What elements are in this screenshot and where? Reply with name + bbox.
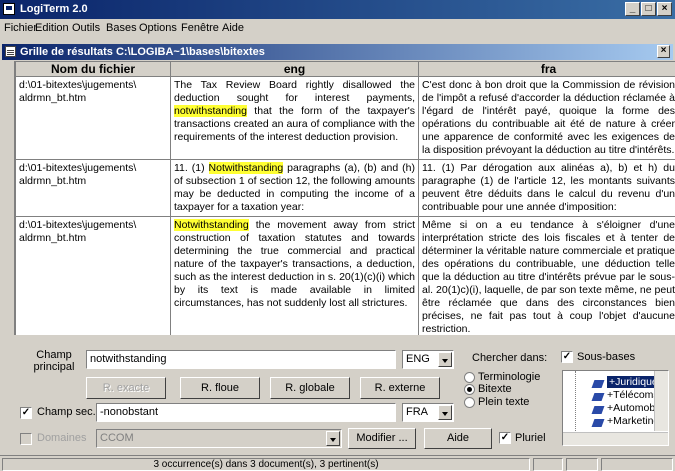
database-icon xyxy=(591,419,605,427)
radio-bitexte-label: Bitexte xyxy=(478,383,512,395)
status-text: 3 occurrence(s) dans 3 document(s), 3 pe… xyxy=(2,458,530,471)
subbase-juridique[interactable]: +Juridique xyxy=(607,376,660,388)
champ-principal-label: Champ principal xyxy=(33,349,75,373)
lang-sec-value: FRA xyxy=(406,406,428,418)
app-title: LogiTerm 2.0 xyxy=(20,3,88,15)
sous-bases-checkbox[interactable]: ✓ xyxy=(561,351,573,363)
menu-outils[interactable]: Outils xyxy=(72,22,100,34)
eng-cell: 11. (1) Notwithstanding paragraphs (a), … xyxy=(170,159,419,217)
menu-bar: Fichier Edition Outils Bases Options Fen… xyxy=(0,19,675,37)
subbase-label: Automobil xyxy=(613,402,660,414)
pluriel-checkbox[interactable]: ✓ xyxy=(499,432,511,444)
chevron-down-icon[interactable] xyxy=(438,352,452,367)
menu-fenetre[interactable]: Fenêtre xyxy=(181,22,219,34)
eng-text: 11. (1) xyxy=(174,162,209,174)
results-close-button[interactable]: × xyxy=(657,45,670,58)
eng-text: the movement away from strict constructi… xyxy=(174,219,415,309)
subbase-label: Juridique xyxy=(615,376,658,388)
status-segment xyxy=(566,458,598,471)
menu-options[interactable]: Options xyxy=(139,22,177,34)
column-header-file[interactable]: Nom du fichier xyxy=(15,61,171,77)
fra-cell: Même si on a eu tendance à s'éloigner d'… xyxy=(418,216,675,335)
status-bar: 3 occurrence(s) dans 3 document(s), 3 pe… xyxy=(0,455,675,471)
results-grid: Nom du fichier eng fra d:\01-bitextes\ju… xyxy=(14,61,675,335)
lang-sec-select[interactable]: FRA xyxy=(402,403,454,422)
tree-vertical-scrollbar[interactable] xyxy=(654,371,668,431)
search-hit: Notwithstanding xyxy=(208,162,284,174)
global-search-button[interactable]: R. globale xyxy=(270,377,350,399)
results-window-title: Grille de résultats C:\LOGIBA~1\bases\bi… xyxy=(20,46,265,58)
results-window-title-bar: Grille de résultats C:\LOGIBA~1\bases\bi… xyxy=(2,44,673,60)
fra-cell: C'est donc à bon droit que la Commission… xyxy=(418,76,675,160)
pluriel-label: Pluriel xyxy=(515,432,546,444)
champ-sec-input[interactable]: -nonobstant xyxy=(96,403,396,422)
menu-bases[interactable]: Bases xyxy=(106,22,137,34)
menu-edition[interactable]: Edition xyxy=(35,22,69,34)
status-segment xyxy=(601,458,673,471)
modify-button[interactable]: Modifier ... xyxy=(348,428,416,449)
eng-cell: Notwithstanding the movement away from s… xyxy=(170,216,419,335)
chevron-down-icon[interactable] xyxy=(438,405,452,420)
minimize-button[interactable]: _ xyxy=(625,2,640,16)
maximize-button[interactable]: □ xyxy=(641,2,656,16)
results-table: Nom du fichier eng fra d:\01-bitextes\ju… xyxy=(15,61,675,335)
database-icon xyxy=(591,380,605,388)
file-cell: d:\01-bitextes\jugements\ aldrmn_bt.htm xyxy=(15,216,171,335)
table-row[interactable]: d:\01-bitextes\jugements\ aldrmn_bt.htm … xyxy=(15,216,675,335)
table-row[interactable]: d:\01-bitextes\jugements\ aldrmn_bt.htm … xyxy=(15,76,675,160)
radio-plein-texte[interactable] xyxy=(464,397,475,408)
app-title-bar: LogiTerm 2.0 _ □ × xyxy=(0,0,675,19)
exact-search-button[interactable]: R. exacte xyxy=(86,377,166,399)
column-header-eng[interactable]: eng xyxy=(170,61,419,77)
champ-sec-label: Champ sec. xyxy=(37,406,96,418)
radio-bitexte[interactable] xyxy=(464,384,475,395)
menu-aide[interactable]: Aide xyxy=(222,22,244,34)
database-icon xyxy=(591,406,605,414)
file-cell: d:\01-bitextes\jugements\ aldrmn_bt.htm xyxy=(15,76,171,160)
lang-main-value: ENG xyxy=(406,353,430,365)
radio-terminologie[interactable] xyxy=(464,372,475,383)
subbase-automobile[interactable]: +Automobil xyxy=(607,402,660,414)
database-icon xyxy=(591,393,605,401)
radio-terminologie-label: Terminologie xyxy=(478,371,541,383)
fra-cell: 11. (1) Par dérogation aux alinéas a), b… xyxy=(418,159,675,217)
help-button[interactable]: Aide xyxy=(424,428,492,449)
menu-fichier[interactable]: Fichier xyxy=(4,22,37,34)
eng-text: The Tax Review Board rightly disallowed … xyxy=(174,79,415,104)
fuzzy-search-button[interactable]: R. floue xyxy=(180,377,260,399)
subbases-tree[interactable]: +Juridique +Télécoms +Automobil +Marketi… xyxy=(562,370,669,446)
search-hit: Notwithstanding xyxy=(174,219,249,231)
tree-horizontal-scrollbar[interactable] xyxy=(563,432,668,445)
chercher-dans-label: Chercher dans: xyxy=(472,352,548,364)
external-search-button[interactable]: R. externe xyxy=(360,377,440,399)
column-header-fra[interactable]: fra xyxy=(418,61,675,77)
eng-cell: The Tax Review Board rightly disallowed … xyxy=(170,76,419,160)
domaines-label: Domaines xyxy=(37,432,87,444)
sous-bases-label: Sous-bases xyxy=(577,351,636,363)
subbase-label: Marketing xyxy=(613,415,660,427)
chevron-down-icon[interactable] xyxy=(326,431,340,446)
domaines-checkbox[interactable] xyxy=(20,433,32,445)
close-button[interactable]: × xyxy=(657,2,672,16)
subbase-label: Télécoms xyxy=(613,389,659,401)
status-segment xyxy=(533,458,563,471)
champ-principal-input[interactable]: notwithstanding xyxy=(86,350,396,369)
app-icon xyxy=(3,3,15,15)
subbase-telecoms[interactable]: +Télécoms xyxy=(607,389,659,401)
radio-plein-texte-label: Plein texte xyxy=(478,396,530,408)
grid-icon xyxy=(5,46,16,57)
domaines-select[interactable]: CCOM xyxy=(96,429,342,448)
subbase-marketing[interactable]: +Marketing xyxy=(607,415,659,427)
search-hit: notwithstanding xyxy=(174,105,247,117)
lang-main-select[interactable]: ENG xyxy=(402,350,454,369)
domaines-value: CCOM xyxy=(100,432,134,444)
table-row[interactable]: d:\01-bitextes\jugements\ aldrmn_bt.htm … xyxy=(15,159,675,217)
file-cell: d:\01-bitextes\jugements\ aldrmn_bt.htm xyxy=(15,159,171,217)
champ-sec-checkbox[interactable]: ✓ xyxy=(20,407,32,419)
